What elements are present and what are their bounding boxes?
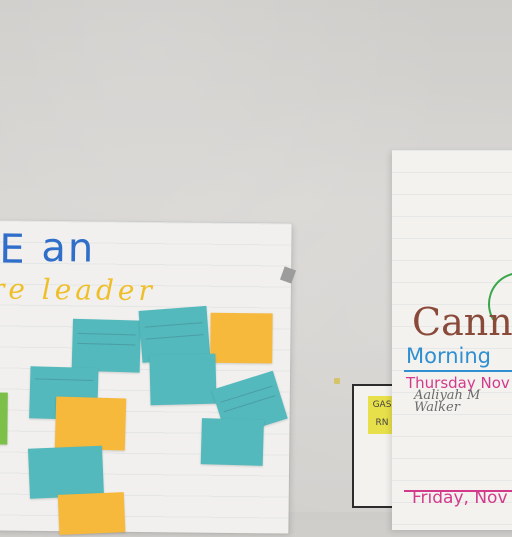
sticky-note <box>200 418 264 466</box>
sticky-note <box>71 318 142 373</box>
schedule-heading: Morning <box>406 344 492 368</box>
thumbtack <box>334 378 340 384</box>
chart-subtitle: re leader <box>0 272 157 308</box>
chart-title-word: an <box>41 224 96 272</box>
schedule-name: Walker <box>414 400 460 415</box>
sticky-note <box>27 445 105 499</box>
schedule-chart: Canne Morning Thursday Nov Aaliyah M Wal… <box>392 150 512 530</box>
sticky-note-orange <box>210 312 273 364</box>
sticky-note <box>149 353 217 406</box>
sticky-note-green <box>0 392 8 445</box>
sticky-note-orange <box>54 396 127 451</box>
sticky-note-orange <box>57 492 126 535</box>
schedule-names: Aaliyah M Walker <box>414 389 512 415</box>
leader-anchor-chart: E an re leader <box>0 220 292 535</box>
schedule-day-friday: Friday, Nov <box>412 488 508 508</box>
schedule-title: Canne <box>412 300 512 344</box>
chart-title-letter: E <box>0 226 25 273</box>
divider <box>404 370 512 372</box>
